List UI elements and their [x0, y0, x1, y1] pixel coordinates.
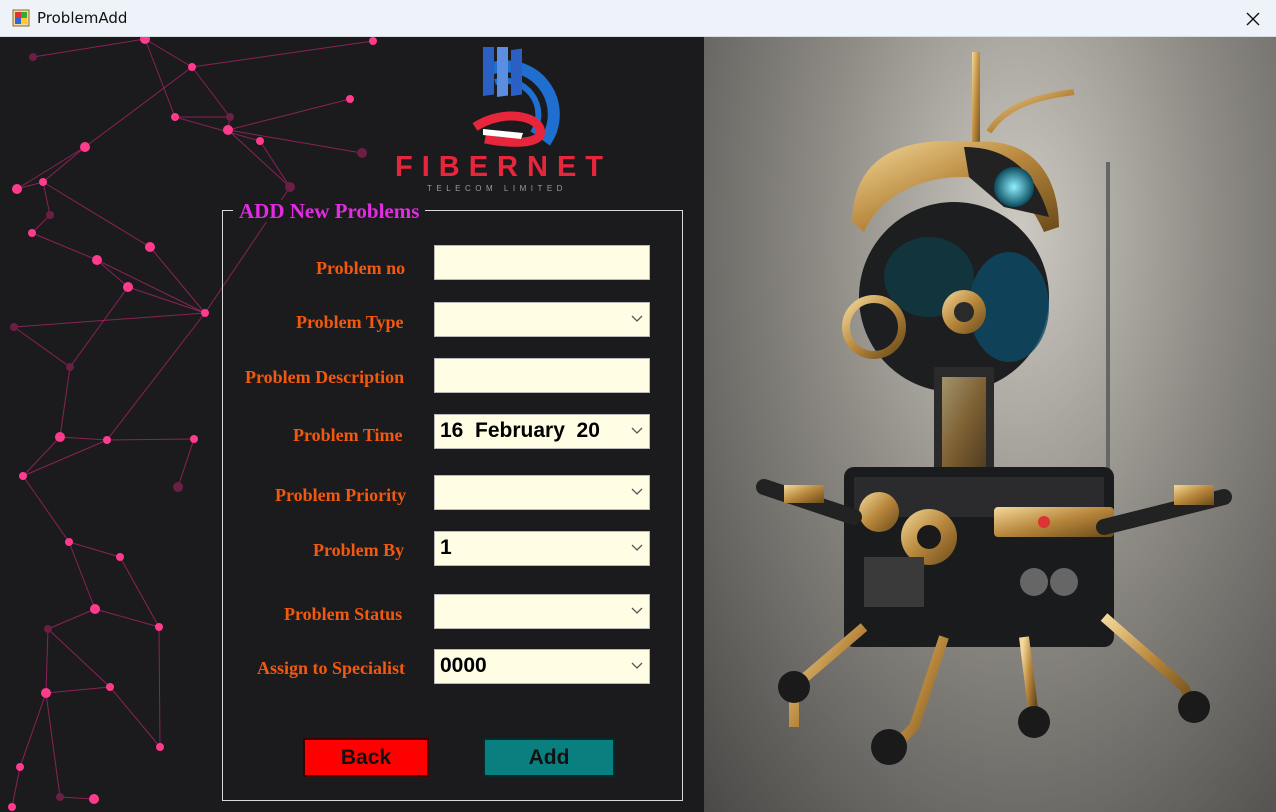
- network-node: [201, 309, 209, 317]
- logo-emblem-icon: [472, 42, 560, 147]
- network-node: [19, 472, 27, 480]
- close-button[interactable]: [1230, 0, 1276, 37]
- brand-name: FIBERNET: [395, 151, 612, 183]
- network-node: [28, 229, 36, 237]
- window-title: ProblemAdd: [37, 9, 128, 27]
- title-bar: ProblemAdd: [0, 0, 1276, 37]
- close-icon: [1246, 12, 1260, 25]
- network-node: [41, 688, 51, 698]
- network-node: [145, 242, 155, 252]
- problem-no-label: Problem no: [316, 258, 406, 278]
- network-node: [90, 604, 100, 614]
- windows-form-icon: [12, 9, 30, 27]
- network-node: [140, 37, 150, 44]
- brand-tagline: TELECOM LIMITED: [427, 184, 567, 193]
- chevron-down-icon: [631, 315, 643, 322]
- network-node: [156, 743, 164, 751]
- chevron-down-icon: [631, 607, 643, 614]
- network-node: [190, 435, 198, 443]
- network-node: [223, 125, 233, 135]
- network-node: [12, 184, 22, 194]
- chevron-down-icon: [631, 488, 643, 495]
- network-node: [39, 178, 47, 186]
- fibernet-logo: FIBERNET TELECOM LIMITED: [355, 42, 685, 193]
- problem-time-datepicker[interactable]: 16 February 20: [434, 414, 650, 449]
- problem-priority-combo[interactable]: [434, 475, 650, 510]
- problem-time-label: Problem Time: [293, 425, 403, 445]
- network-node: [171, 113, 179, 121]
- chevron-down-icon: [631, 427, 643, 434]
- problem-by-value: 1: [440, 536, 452, 559]
- problem-description-label: Problem Description: [245, 367, 405, 387]
- network-node: [66, 363, 74, 371]
- assign-specialist-value: 0000: [440, 654, 487, 677]
- network-node: [55, 432, 65, 442]
- network-node: [173, 482, 183, 492]
- network-node: [56, 793, 64, 801]
- problem-type-label: Problem Type: [296, 312, 404, 332]
- network-node: [89, 794, 99, 804]
- problem-priority-label: Problem Priority: [275, 485, 407, 505]
- network-node: [346, 95, 354, 103]
- network-node: [80, 142, 90, 152]
- problem-description-input[interactable]: [434, 358, 650, 393]
- problem-status-combo[interactable]: [434, 594, 650, 629]
- problem-time-value: 16 February 20: [440, 419, 600, 442]
- network-node: [116, 553, 124, 561]
- add-problem-groupbox: ADD New Problems Problem no Problem Type…: [222, 200, 683, 801]
- network-node: [188, 63, 196, 71]
- problem-by-combo[interactable]: 1: [434, 531, 650, 566]
- network-node: [10, 323, 18, 331]
- network-node: [46, 211, 54, 219]
- problem-by-label: Problem By: [313, 540, 405, 560]
- network-node: [226, 113, 234, 121]
- network-node: [103, 436, 111, 444]
- back-button[interactable]: Back: [303, 738, 429, 777]
- network-node: [123, 282, 133, 292]
- network-node: [44, 625, 52, 633]
- network-node: [285, 182, 295, 192]
- network-node: [369, 37, 377, 45]
- network-node: [155, 623, 163, 631]
- group-title: ADD New Problems: [233, 200, 426, 222]
- add-button[interactable]: Add: [483, 738, 615, 777]
- network-node: [256, 137, 264, 145]
- problem-status-label: Problem Status: [284, 604, 403, 624]
- network-node: [106, 683, 114, 691]
- robot-image: [756, 52, 1232, 765]
- chevron-down-icon: [631, 662, 643, 669]
- network-node: [16, 763, 24, 771]
- network-node: [65, 538, 73, 546]
- robot-illustration: [704, 37, 1276, 812]
- assign-specialist-combo[interactable]: 0000: [434, 649, 650, 684]
- assign-specialist-label: Assign to Specialist: [257, 658, 406, 678]
- network-node: [92, 255, 102, 265]
- network-node: [29, 53, 37, 61]
- form-panel: FIBERNET TELECOM LIMITED ADD New Problem…: [0, 37, 704, 812]
- network-node: [8, 803, 16, 811]
- chevron-down-icon: [631, 544, 643, 551]
- problem-type-combo[interactable]: [434, 302, 650, 337]
- problem-no-input[interactable]: [434, 245, 650, 280]
